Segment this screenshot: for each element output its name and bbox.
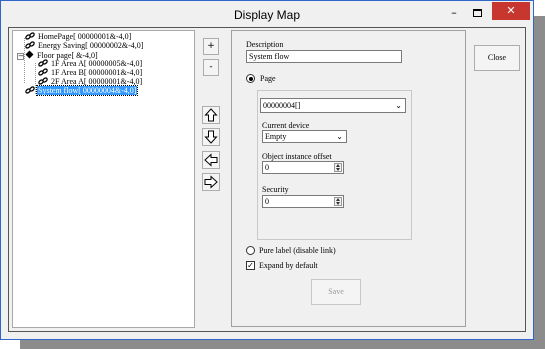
title-bar: Display Map – ✕ bbox=[1, 1, 533, 29]
tree-item-label: Energy Saving[ 00000002&-4,0] bbox=[38, 41, 144, 50]
description-input[interactable]: System flow bbox=[246, 50, 402, 63]
link-icon bbox=[38, 77, 48, 85]
expand-default-text: Expand by default bbox=[259, 261, 318, 270]
minimize-button[interactable]: – bbox=[449, 7, 459, 19]
link-icon bbox=[25, 41, 35, 49]
tree-item-label: 1F Area B[ 00000001&-4,0] bbox=[51, 68, 143, 77]
tree-item[interactable]: Floor page[ &-4,0] bbox=[25, 50, 99, 60]
close-button[interactable]: Close bbox=[474, 45, 520, 71]
security-stepper[interactable]: 0 bbox=[262, 195, 344, 208]
security-label: Security bbox=[262, 185, 289, 194]
current-device-value: Empty bbox=[265, 132, 287, 141]
tree-item-label: 2F Area A[ 00000001&-4,0] bbox=[51, 77, 143, 86]
tree-item-selected[interactable]: System flow[ 00000004&-4,0] bbox=[25, 85, 139, 96]
pure-label-radio[interactable] bbox=[246, 246, 255, 255]
tree-item-label: System flow[ 00000004&-4,0] bbox=[35, 85, 139, 96]
tree-item-label: 1F Area A[ 00000005&-4,0] bbox=[51, 59, 143, 68]
page-select-value: 00000004[] bbox=[263, 101, 301, 110]
close-window-button[interactable]: ✕ bbox=[492, 2, 530, 20]
chevron-down-icon: ⌄ bbox=[336, 132, 343, 141]
link-icon bbox=[38, 59, 48, 67]
link-icon bbox=[25, 32, 35, 40]
tree-item[interactable]: 1F Area A[ 00000005&-4,0] bbox=[38, 59, 143, 68]
spin-arrows-icon[interactable] bbox=[334, 163, 342, 172]
arrow-left-icon bbox=[204, 153, 218, 167]
tree-item[interactable]: 2F Area A[ 00000001&-4,0] bbox=[38, 77, 143, 86]
tree-item-label: HomePage[ 00000001&-4,0] bbox=[38, 32, 132, 41]
save-button[interactable]: Save bbox=[311, 279, 361, 305]
page-select[interactable]: 00000004[] ⌄ bbox=[260, 98, 406, 113]
chevron-down-icon: ⌄ bbox=[395, 101, 402, 110]
instance-offset-label: Object instance offset bbox=[262, 152, 332, 161]
security-value: 0 bbox=[265, 197, 269, 206]
instance-offset-stepper[interactable]: 0 bbox=[262, 161, 344, 174]
spin-arrows-icon[interactable] bbox=[334, 197, 342, 206]
arrow-down-icon bbox=[204, 130, 218, 144]
move-up-button[interactable] bbox=[202, 106, 220, 124]
add-item-button[interactable]: + bbox=[203, 38, 219, 55]
move-down-button[interactable] bbox=[202, 128, 220, 146]
instance-offset-value: 0 bbox=[265, 163, 269, 172]
collapse-toggle[interactable]: − bbox=[17, 53, 24, 60]
link-icon bbox=[38, 68, 48, 76]
arrow-right-icon bbox=[204, 175, 218, 189]
folder-icon bbox=[25, 50, 34, 59]
tree-item[interactable]: 1F Area B[ 00000001&-4,0] bbox=[38, 68, 143, 77]
display-map-tree[interactable]: HomePage[ 00000001&-4,0] Energy Saving[ … bbox=[12, 30, 195, 328]
tree-item[interactable]: HomePage[ 00000001&-4,0] bbox=[25, 32, 132, 41]
maximize-button[interactable] bbox=[473, 9, 482, 17]
link-icon bbox=[25, 86, 35, 94]
pure-label-text: Pure label (disable link) bbox=[259, 246, 336, 255]
remove-item-button[interactable]: - bbox=[203, 59, 219, 76]
current-device-select[interactable]: Empty ⌄ bbox=[262, 130, 347, 143]
page-radio-label: Page bbox=[260, 74, 276, 83]
description-label: Description bbox=[246, 40, 284, 49]
expand-default-checkbox[interactable]: ✓ bbox=[246, 261, 255, 270]
move-left-button[interactable] bbox=[202, 151, 220, 169]
tree-item[interactable]: Energy Saving[ 00000002&-4,0] bbox=[25, 41, 144, 50]
arrow-up-icon bbox=[204, 108, 218, 122]
current-device-label: Current device bbox=[262, 121, 310, 130]
page-radio[interactable] bbox=[246, 74, 255, 83]
move-right-button[interactable] bbox=[202, 173, 220, 191]
